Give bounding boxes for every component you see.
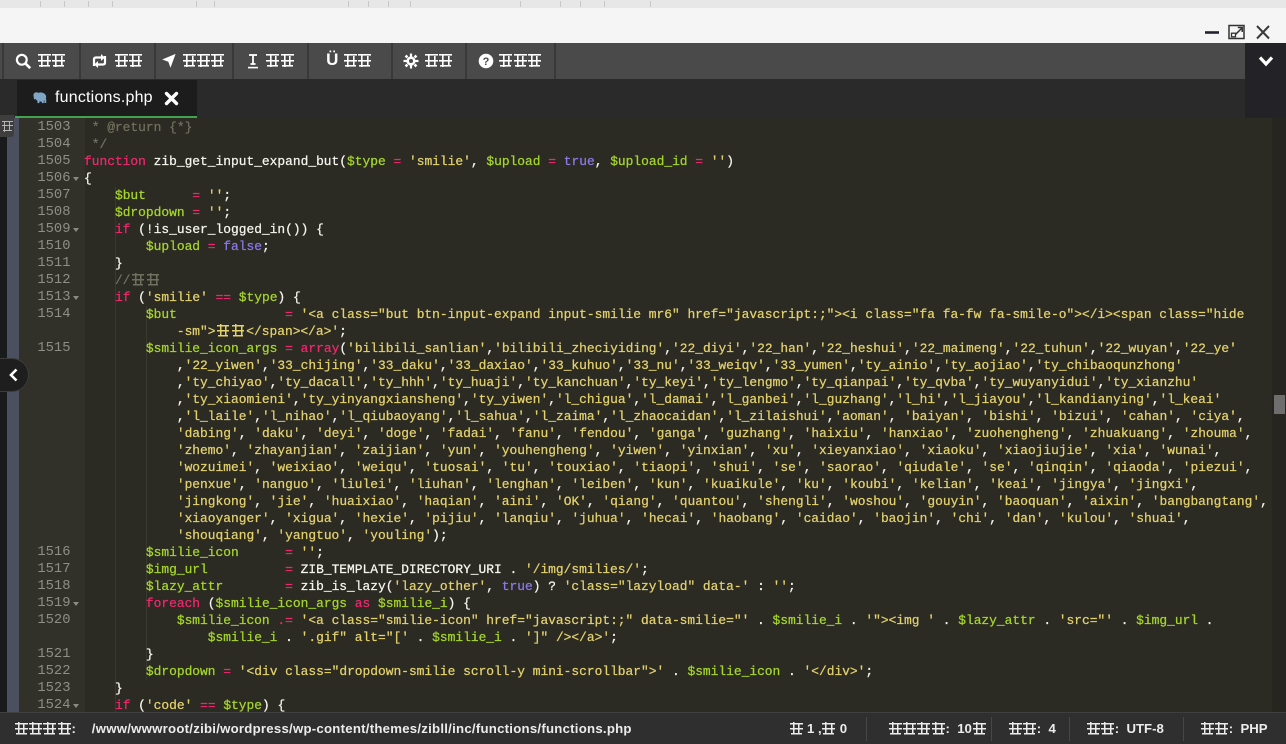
svg-text:?: ? <box>482 56 489 68</box>
